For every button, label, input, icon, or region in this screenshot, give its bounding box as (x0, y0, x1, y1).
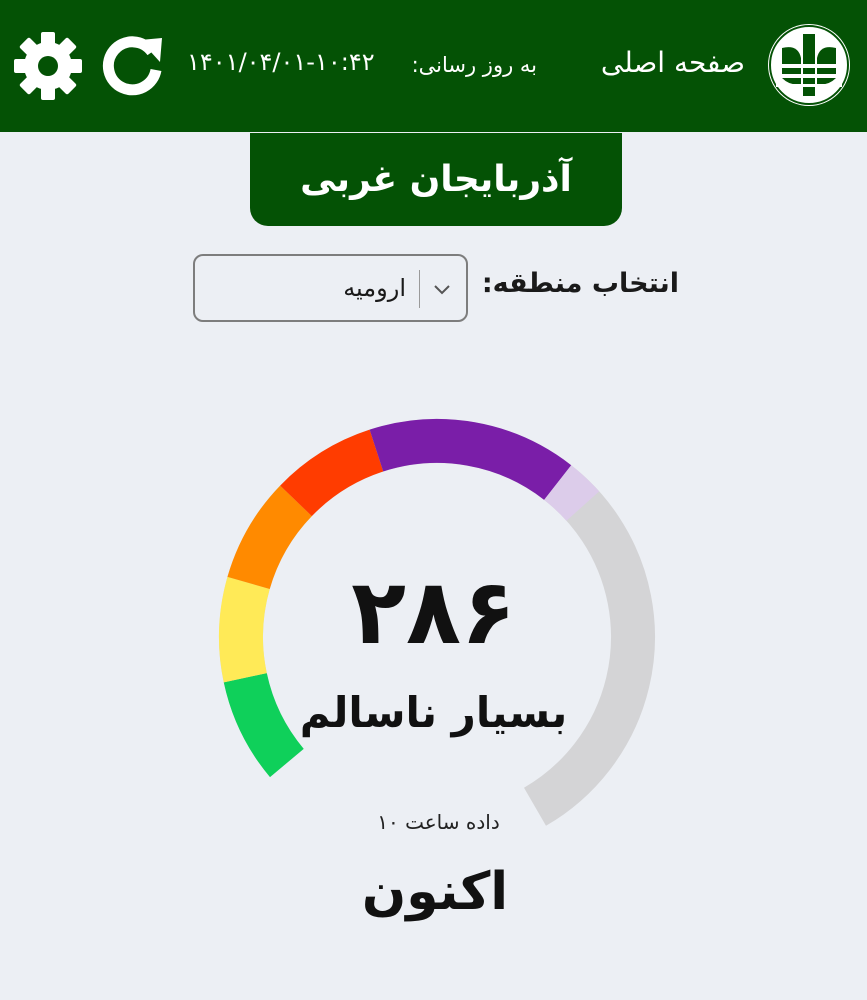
refresh-icon (102, 36, 162, 96)
gauge-band-3 (280, 429, 384, 517)
province-title: آذربایجان غربی (250, 133, 622, 226)
period-label: اکنون (361, 862, 509, 922)
aqi-status: بسیار ناسالم (299, 688, 568, 737)
region-select[interactable]: ارومیه (193, 254, 468, 322)
aqi-value: ۲۸۶ (351, 560, 516, 665)
last-updated-value: ۱۴۰۱/۰۴/۰۱-۱۰:۴۲ (187, 48, 375, 76)
home-link[interactable]: صفحه اصلی (601, 46, 745, 79)
gauge-band-4 (369, 419, 572, 501)
settings-button[interactable] (12, 30, 84, 102)
region-select-value: ارومیه (343, 274, 406, 302)
last-updated-label: به روز رسانی: (411, 53, 537, 77)
gauge-current-marker (543, 465, 600, 522)
environment-logo-icon[interactable] (768, 24, 850, 106)
region-select-label: انتخاب منطقه: (481, 268, 679, 299)
app-header: صفحه اصلی به روز رسانی: ۱۴۰۱/۰۴/۰۱-۱۰:۴۲ (0, 0, 867, 132)
chevron-down-icon (434, 285, 450, 295)
select-divider (419, 270, 420, 308)
data-hour-label: داده ساعت ۱۰ (377, 810, 500, 834)
refresh-button[interactable] (100, 30, 168, 98)
gear-icon (14, 32, 82, 100)
